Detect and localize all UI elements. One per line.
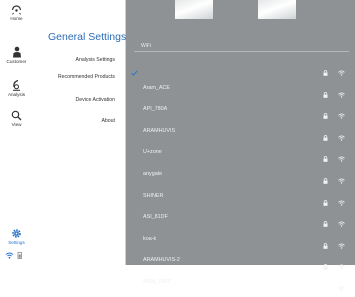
- wifi-panel: WiFi Aram_ACE API_780A ARAMHUVIS U+zone anyg…: [126, 0, 355, 292]
- network-name: Aram_ACE: [143, 84, 170, 91]
- rail-label-view: View: [11, 122, 22, 127]
- network-name: koa-k: [143, 235, 157, 242]
- view-icon: [11, 110, 22, 121]
- nav-rail: Home Customer Analysis View Settings: [0, 0, 34, 265]
- rail-item-view[interactable]: View: [0, 110, 33, 127]
- network-name: SHINER: [143, 192, 164, 199]
- thumbnail-image: [175, 0, 213, 19]
- rail-label-settings: Settings: [8, 240, 25, 245]
- customer-icon: [12, 46, 21, 58]
- network-name: ARAMHUVIS-2: [143, 257, 180, 264]
- network-name: anygate: [143, 171, 163, 177]
- wifi-header: WiFi: [141, 43, 151, 49]
- network-name: ASI_81DF: [143, 214, 168, 221]
- network-row-connected[interactable]: [126, 56, 355, 78]
- rail-item-customer[interactable]: Customer: [0, 46, 33, 64]
- network-row[interactable]: U+zone: [126, 142, 355, 164]
- network-row[interactable]: API_780A: [126, 99, 355, 121]
- rail-item-analysis[interactable]: Analysis: [0, 79, 33, 97]
- rail-label-analysis: Analysis: [7, 92, 26, 97]
- network-name: API_780A: [143, 106, 168, 113]
- menu-title: General Settings: [48, 31, 127, 43]
- network-name: ARAMHUVIS: [143, 127, 176, 134]
- rail-item-home[interactable]: Home: [0, 5, 33, 21]
- analysis-icon: [13, 79, 20, 91]
- menu-item-device-activation[interactable]: Device Activation: [75, 97, 115, 103]
- divider: [134, 51, 349, 52]
- network-row[interactable]: ARAMHUVIS: [126, 121, 355, 143]
- network-name: U+zone: [143, 149, 162, 156]
- home-icon: [11, 5, 22, 15]
- network-row[interactable]: SHINER: [126, 186, 355, 208]
- settings-icon: [12, 229, 21, 238]
- menu-item-analysis-settings[interactable]: Analysis Settings: [75, 57, 115, 63]
- network-name: ABW_7A5F: [143, 279, 172, 285]
- settings-menu: General Settings Analysis Settings Recom…: [33, 0, 126, 265]
- network-row[interactable]: ARAMHUVIS-2: [126, 250, 355, 272]
- menu-item-recommended-products[interactable]: Recommended Products: [58, 74, 115, 80]
- status-wifi-battery-icon: [5, 252, 22, 259]
- network-row[interactable]: ABW_7A5F: [126, 272, 355, 294]
- menu-item-about[interactable]: About: [101, 118, 115, 124]
- rail-item-settings[interactable]: Settings: [0, 228, 33, 245]
- network-row[interactable]: ASI_81DF: [126, 207, 355, 229]
- network-row[interactable]: anygate: [126, 164, 355, 186]
- thumbnail-image: [258, 0, 296, 19]
- wifi-signal-icon: [338, 279, 345, 297]
- rail-label-home: Home: [10, 16, 23, 21]
- rail-label-customer: Customer: [6, 59, 27, 64]
- network-row[interactable]: koa-k: [126, 229, 355, 251]
- network-row[interactable]: Aram_ACE: [126, 78, 355, 100]
